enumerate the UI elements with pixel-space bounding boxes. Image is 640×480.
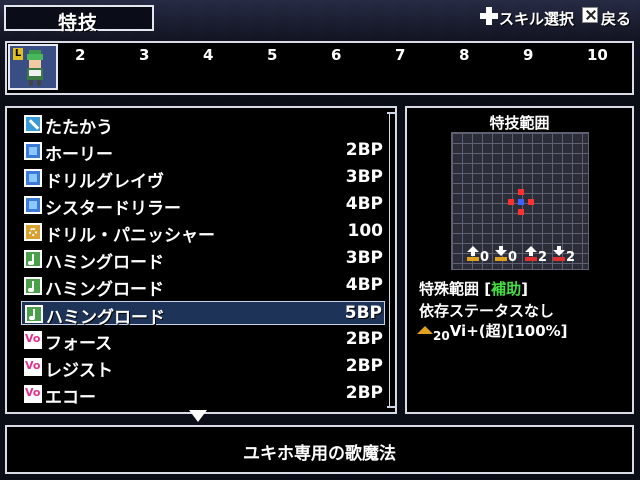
music-plus2-icon (25, 305, 43, 323)
skill-row[interactable]: Vo レジスト 2BP (21, 355, 385, 381)
skill-cost: 3BP (345, 167, 383, 187)
party-slot-10[interactable]: 10 (587, 46, 608, 64)
skill-row[interactable]: シスタードリラー 4BP (21, 193, 385, 219)
skill-name: ハミングロード (45, 280, 164, 300)
skill-name: たたかう (45, 118, 113, 138)
leader-badge-icon: L (13, 48, 23, 60)
attack-down-icon (495, 246, 507, 261)
skill-name: ドリルグレイヴ (45, 172, 164, 192)
skill-row[interactable]: Vo エコー 2BP (21, 382, 385, 408)
dpad-icon (480, 7, 498, 25)
stat-value-3: 2 (538, 250, 548, 265)
defense-up-icon (525, 246, 537, 261)
range-cell-icon (528, 199, 534, 205)
x-button-icon (582, 7, 598, 23)
dependency-status: 依存ステータスなし (419, 302, 555, 320)
skill-name: エコー (45, 388, 96, 408)
gear-icon (24, 223, 42, 241)
range-panel-title: 特技範囲 (489, 114, 550, 132)
skill-row[interactable]: ハミングロード 3BP (21, 247, 385, 273)
music-note-icon (24, 250, 42, 268)
skill-cost: 2BP (345, 140, 383, 160)
party-slot-3[interactable]: 3 (139, 46, 149, 64)
defense-down-icon (553, 246, 565, 261)
range-cell-icon (518, 209, 524, 215)
effect-level: 20 (433, 329, 450, 343)
party-bar: L 2 3 4 5 6 7 8 9 10 (5, 41, 634, 95)
range-cell-icon (508, 199, 514, 205)
skill-cost: 3BP (345, 248, 383, 268)
blue-square-icon (24, 196, 42, 214)
party-slot-4[interactable]: 4 (203, 46, 213, 64)
skill-cost: 2BP (345, 329, 383, 349)
special-range-label: 特殊範囲 [ (419, 280, 492, 298)
menu-title-box: 特技 (4, 5, 154, 34)
skill-description: ユキホ専用の歌魔法 (243, 444, 396, 464)
special-range-close: ] (521, 280, 528, 298)
scroll-down-arrow-icon[interactable] (189, 410, 207, 422)
skill-cost: 100 (347, 221, 384, 241)
skill-name: レジスト (45, 361, 113, 381)
skill-row[interactable]: ドリル・パニッシャー 100 (21, 220, 385, 246)
character-sprite-icon (27, 50, 43, 86)
skill-row[interactable]: ハミングロード 5BP (21, 301, 385, 328)
skill-row[interactable]: たたかう (21, 112, 385, 138)
effect-text: Vi+(超)[100%] (449, 322, 568, 340)
music-plus-icon (24, 277, 42, 295)
skill-cost: 4BP (345, 194, 383, 214)
skill-cost: 4BP (345, 275, 383, 295)
attack-icon (24, 115, 42, 133)
vo-icon: Vo (24, 331, 42, 349)
vo-icon: Vo (24, 385, 42, 403)
range-cell-icon (518, 189, 524, 195)
vo-icon: Vo (24, 358, 42, 376)
special-range-line: 特殊範囲 [補助] (419, 278, 528, 299)
skill-name: ホーリー (45, 145, 113, 165)
blue-square-icon (24, 142, 42, 160)
party-slot-1[interactable]: L (8, 44, 58, 90)
skill-name: フォース (45, 334, 113, 354)
skill-cost: 2BP (345, 383, 383, 403)
special-range-value: 補助 (491, 280, 522, 298)
party-slot-2[interactable]: 2 (75, 46, 85, 64)
back-hint[interactable]: 戻る (601, 8, 631, 29)
skill-row[interactable]: ドリルグレイヴ 3BP (21, 166, 385, 192)
skill-cost: 5BP (344, 303, 382, 323)
skill-name: ハミングロード (45, 253, 164, 273)
center-cell-icon (518, 199, 524, 205)
skill-name: ハミングロード (46, 308, 165, 328)
party-slot-6[interactable]: 6 (331, 46, 341, 64)
skill-cost: 2BP (345, 356, 383, 376)
stat-value-2: 0 (508, 250, 518, 265)
skill-select-hint: スキル選択 (499, 10, 575, 28)
skill-description-box: ユキホ専用の歌魔法 (5, 425, 634, 474)
skill-row[interactable]: Vo フォース 2BP (21, 328, 385, 354)
party-slot-9[interactable]: 9 (523, 46, 533, 64)
blue-square-icon (24, 169, 42, 187)
skill-row[interactable]: ホーリー 2BP (21, 139, 385, 165)
party-slot-7[interactable]: 7 (395, 46, 405, 64)
buff-arrow-icon (417, 326, 433, 334)
party-slot-5[interactable]: 5 (267, 46, 277, 64)
skill-name: シスタードリラー (45, 199, 181, 219)
effect-line: 20Vi+(超)[100%] (417, 320, 568, 343)
attack-up-icon (467, 246, 479, 261)
menu-title: 特技 (58, 12, 99, 34)
stat-value-4: 2 (566, 250, 576, 265)
party-slot-8[interactable]: 8 (459, 46, 469, 64)
skill-name: ドリル・パニッシャー (45, 226, 215, 246)
skill-list: たたかうホーリー 2BP ドリルグレイヴ 3BP シスタードリラー 4BP ドリル・パニッシ… (5, 106, 397, 414)
skill-row[interactable]: ハミングロード 4BP (21, 274, 385, 300)
stat-value-1: 0 (480, 250, 490, 265)
skill-range-panel: 特技範囲 0 0 2 2 特殊範囲 [補助] 依存ステータスなし 20Vi+(超… (405, 106, 634, 414)
scrollbar[interactable] (387, 112, 397, 408)
